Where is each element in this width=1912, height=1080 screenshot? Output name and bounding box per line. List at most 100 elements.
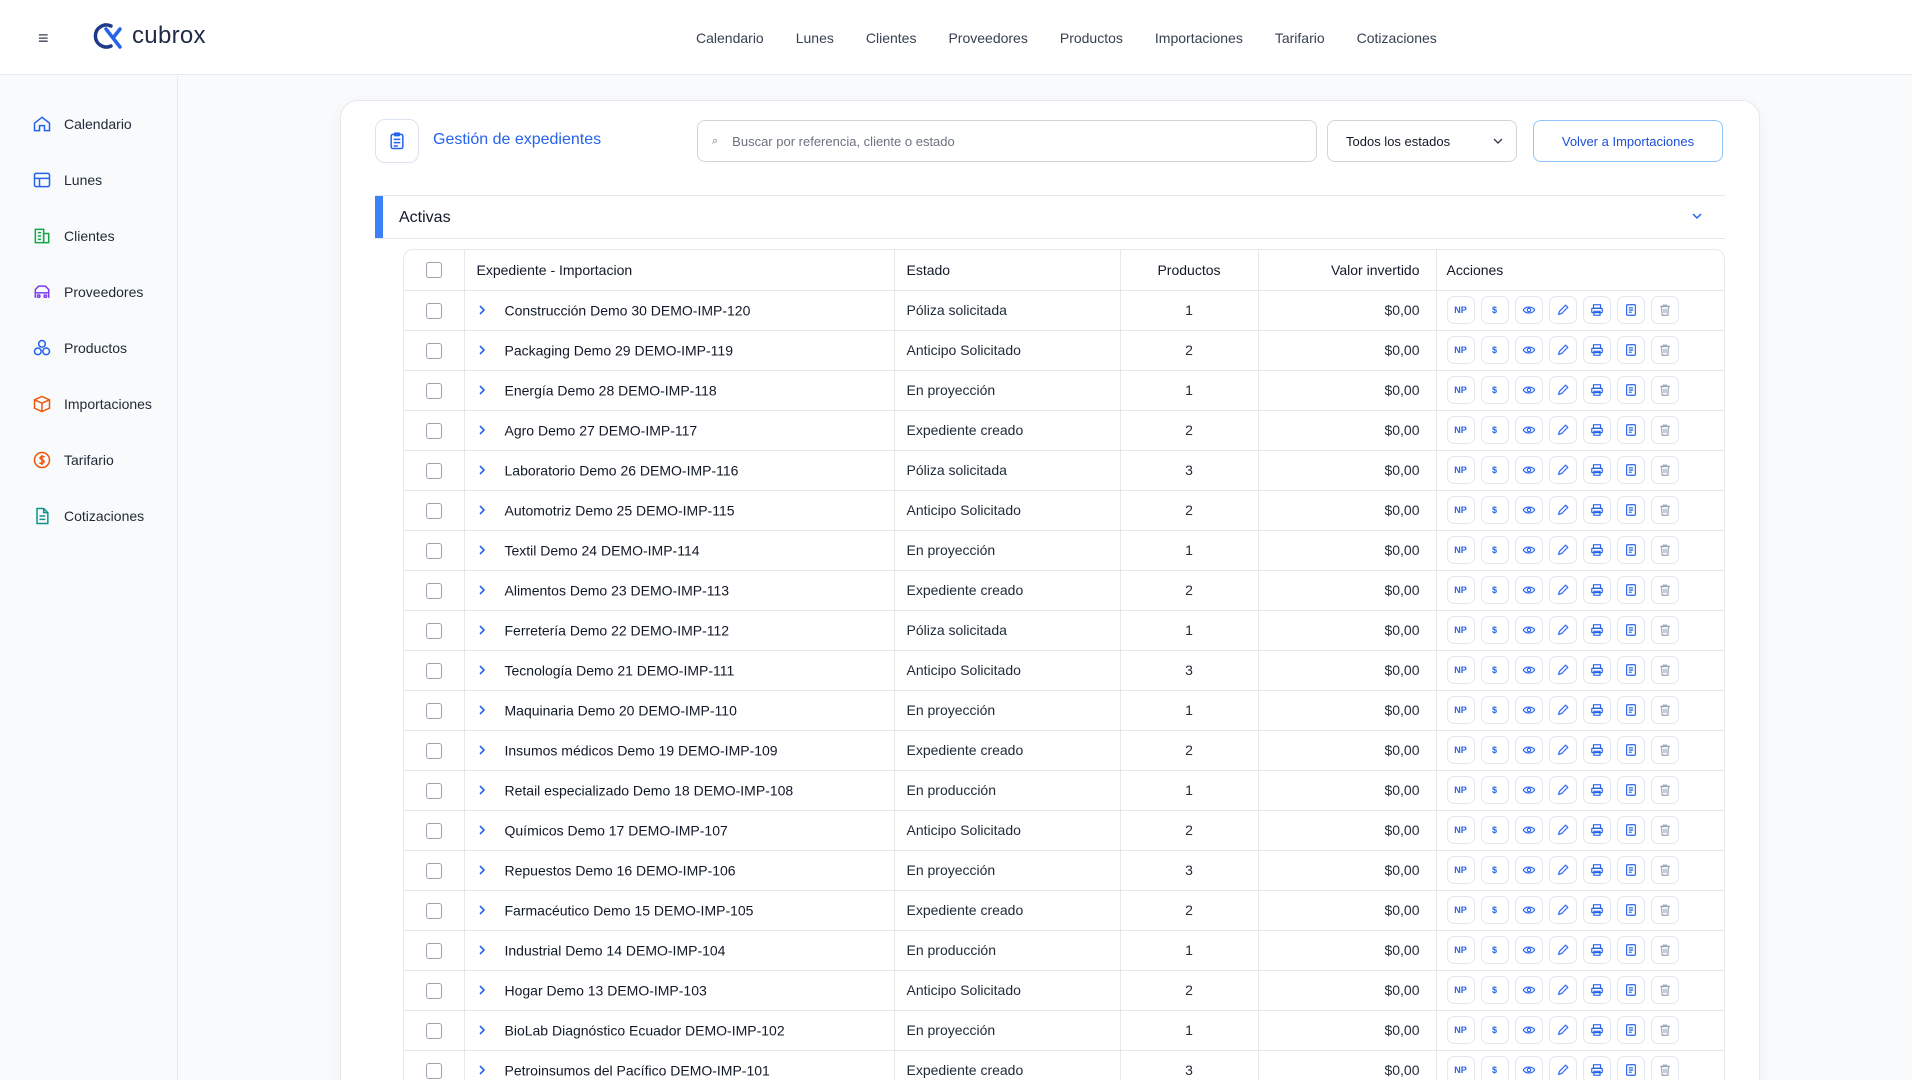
- topnav-cotizaciones[interactable]: Cotizaciones: [1357, 30, 1437, 46]
- delete-trash-icon[interactable]: [1650, 896, 1679, 924]
- row-checkbox[interactable]: [425, 822, 442, 839]
- edit-pencil-icon[interactable]: [1548, 896, 1577, 924]
- document-icon[interactable]: [1616, 296, 1645, 324]
- np-button[interactable]: NP: [1446, 856, 1475, 884]
- print-printer-icon[interactable]: [1582, 536, 1611, 564]
- row-checkbox[interactable]: [425, 582, 442, 599]
- dollar-button[interactable]: $: [1480, 896, 1509, 924]
- table-row[interactable]: Construcción Demo 30 DEMO-IMP-120 Póliza…: [404, 290, 1724, 331]
- row-checkbox[interactable]: [425, 302, 442, 319]
- topnav-tarifario[interactable]: Tarifario: [1275, 30, 1325, 46]
- table-row[interactable]: Insumos médicos Demo 19 DEMO-IMP-109 Exp…: [404, 730, 1724, 771]
- table-row[interactable]: Industrial Demo 14 DEMO-IMP-104 En produ…: [404, 930, 1724, 971]
- edit-pencil-icon[interactable]: [1548, 416, 1577, 444]
- delete-trash-icon[interactable]: [1650, 696, 1679, 724]
- np-button[interactable]: NP: [1446, 816, 1475, 844]
- edit-pencil-icon[interactable]: [1548, 816, 1577, 844]
- dollar-button[interactable]: $: [1480, 576, 1509, 604]
- np-button[interactable]: NP: [1446, 496, 1475, 524]
- print-printer-icon[interactable]: [1582, 976, 1611, 1004]
- document-icon[interactable]: [1616, 656, 1645, 684]
- delete-trash-icon[interactable]: [1650, 736, 1679, 764]
- sidebar-item-cotizaciones[interactable]: Cotizaciones: [32, 504, 144, 528]
- table-row[interactable]: Automotriz Demo 25 DEMO-IMP-115 Anticipo…: [404, 490, 1724, 531]
- np-button[interactable]: NP: [1446, 736, 1475, 764]
- dollar-button[interactable]: $: [1480, 1016, 1509, 1044]
- np-button[interactable]: NP: [1446, 896, 1475, 924]
- view-eye-icon[interactable]: [1514, 936, 1543, 964]
- dollar-button[interactable]: $: [1480, 976, 1509, 1004]
- sidebar-item-lunes[interactable]: Lunes: [32, 168, 102, 192]
- table-row[interactable]: Retail especializado Demo 18 DEMO-IMP-10…: [404, 770, 1724, 811]
- delete-trash-icon[interactable]: [1650, 336, 1679, 364]
- view-eye-icon[interactable]: [1514, 496, 1543, 524]
- print-printer-icon[interactable]: [1582, 416, 1611, 444]
- table-row[interactable]: Petroinsumos del Pacífico DEMO-IMP-101 E…: [404, 1050, 1724, 1080]
- table-row[interactable]: Textil Demo 24 DEMO-IMP-114 En proyecció…: [404, 530, 1724, 571]
- expand-chevron-icon[interactable]: [477, 823, 491, 839]
- document-icon[interactable]: [1616, 816, 1645, 844]
- print-printer-icon[interactable]: [1582, 616, 1611, 644]
- print-printer-icon[interactable]: [1582, 1016, 1611, 1044]
- view-eye-icon[interactable]: [1514, 296, 1543, 324]
- view-eye-icon[interactable]: [1514, 976, 1543, 1004]
- table-row[interactable]: Tecnología Demo 21 DEMO-IMP-111 Anticipo…: [404, 650, 1724, 691]
- document-icon[interactable]: [1616, 456, 1645, 484]
- expand-chevron-icon[interactable]: [477, 743, 491, 759]
- document-icon[interactable]: [1616, 416, 1645, 444]
- dollar-button[interactable]: $: [1480, 656, 1509, 684]
- view-eye-icon[interactable]: [1514, 656, 1543, 684]
- row-checkbox[interactable]: [425, 862, 442, 879]
- edit-pencil-icon[interactable]: [1548, 656, 1577, 684]
- table-row[interactable]: Laboratorio Demo 26 DEMO-IMP-116 Póliza …: [404, 450, 1724, 491]
- table-row[interactable]: Ferretería Demo 22 DEMO-IMP-112 Póliza s…: [404, 610, 1724, 651]
- print-printer-icon[interactable]: [1582, 656, 1611, 684]
- np-button[interactable]: NP: [1446, 976, 1475, 1004]
- back-to-importaciones-button[interactable]: Volver a Importaciones: [1533, 120, 1723, 162]
- expand-chevron-icon[interactable]: [477, 783, 491, 799]
- topnav-clientes[interactable]: Clientes: [866, 30, 917, 46]
- document-icon[interactable]: [1616, 1056, 1645, 1080]
- row-checkbox[interactable]: [425, 502, 442, 519]
- edit-pencil-icon[interactable]: [1548, 576, 1577, 604]
- delete-trash-icon[interactable]: [1650, 936, 1679, 964]
- print-printer-icon[interactable]: [1582, 456, 1611, 484]
- np-button[interactable]: NP: [1446, 456, 1475, 484]
- dollar-button[interactable]: $: [1480, 536, 1509, 564]
- delete-trash-icon[interactable]: [1650, 656, 1679, 684]
- topnav-lunes[interactable]: Lunes: [796, 30, 834, 46]
- delete-trash-icon[interactable]: [1650, 536, 1679, 564]
- delete-trash-icon[interactable]: [1650, 856, 1679, 884]
- table-row[interactable]: Agro Demo 27 DEMO-IMP-117 Expediente cre…: [404, 410, 1724, 451]
- np-button[interactable]: NP: [1446, 696, 1475, 724]
- view-eye-icon[interactable]: [1514, 896, 1543, 924]
- row-checkbox[interactable]: [425, 782, 442, 799]
- topnav-productos[interactable]: Productos: [1060, 30, 1123, 46]
- expand-chevron-icon[interactable]: [477, 463, 491, 479]
- select-all-checkbox[interactable]: [425, 262, 442, 279]
- delete-trash-icon[interactable]: [1650, 816, 1679, 844]
- dollar-button[interactable]: $: [1480, 816, 1509, 844]
- view-eye-icon[interactable]: [1514, 1016, 1543, 1044]
- edit-pencil-icon[interactable]: [1548, 976, 1577, 1004]
- print-printer-icon[interactable]: [1582, 896, 1611, 924]
- view-eye-icon[interactable]: [1514, 1056, 1543, 1080]
- row-checkbox[interactable]: [425, 622, 442, 639]
- row-checkbox[interactable]: [425, 462, 442, 479]
- print-printer-icon[interactable]: [1582, 776, 1611, 804]
- sidebar-item-calendario[interactable]: Calendario: [32, 112, 132, 136]
- expand-chevron-icon[interactable]: [477, 1023, 491, 1039]
- collapse-chevron-icon[interactable]: [1689, 208, 1705, 224]
- expand-chevron-icon[interactable]: [477, 383, 491, 399]
- sidebar-item-importaciones[interactable]: Importaciones: [32, 392, 152, 416]
- table-row[interactable]: Químicos Demo 17 DEMO-IMP-107 Anticipo S…: [404, 810, 1724, 851]
- section-activas[interactable]: Activas: [375, 195, 1725, 239]
- edit-pencil-icon[interactable]: [1548, 696, 1577, 724]
- edit-pencil-icon[interactable]: [1548, 936, 1577, 964]
- view-eye-icon[interactable]: [1514, 816, 1543, 844]
- dollar-button[interactable]: $: [1480, 496, 1509, 524]
- view-eye-icon[interactable]: [1514, 856, 1543, 884]
- row-checkbox[interactable]: [425, 342, 442, 359]
- dollar-button[interactable]: $: [1480, 456, 1509, 484]
- document-icon[interactable]: [1616, 936, 1645, 964]
